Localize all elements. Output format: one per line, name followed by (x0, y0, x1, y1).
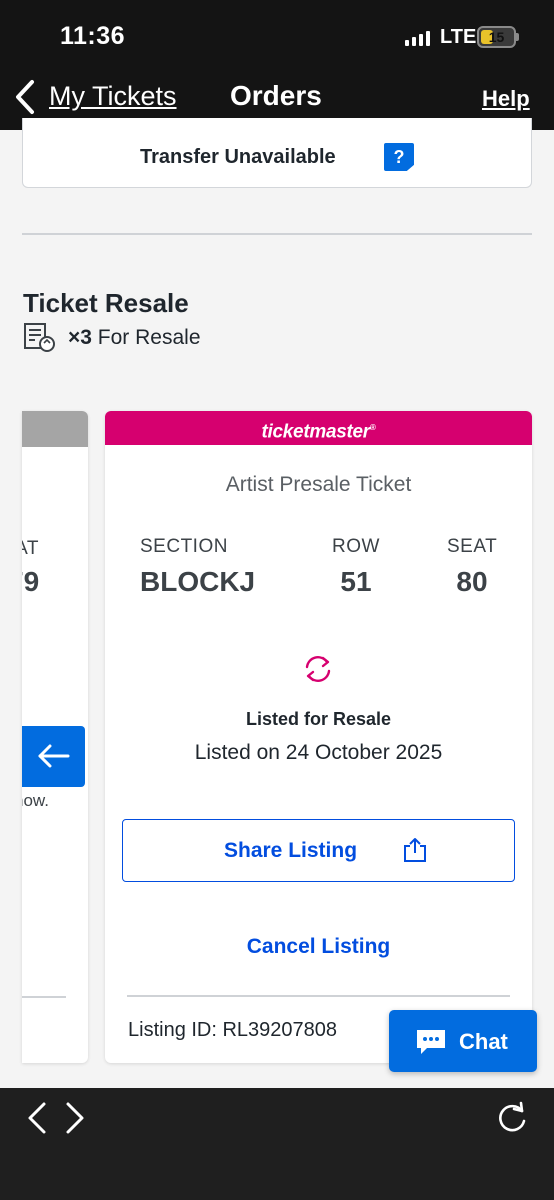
resale-count-suffix: For Resale (97, 326, 201, 349)
transfer-button[interactable]: Transfer Unavailable ? (22, 118, 532, 188)
back-link[interactable]: My Tickets (49, 81, 177, 112)
chat-label: Chat (459, 1029, 508, 1054)
transfer-label: Transfer Unavailable (140, 146, 336, 168)
status-time: 11:36 (60, 22, 126, 50)
resale-count: ×3 For Resale (68, 326, 201, 350)
battery-nub (516, 33, 519, 41)
ticket-brand-header: ticketmaster® (105, 411, 532, 445)
seat-column: SEAT 80 (447, 536, 497, 598)
help-link[interactable]: Help (482, 86, 530, 112)
previous-seat-label: EAT (22, 538, 40, 559)
row-value: 51 (340, 566, 372, 597)
row-column: ROW 51 (331, 536, 381, 598)
cancel-listing-link[interactable]: Cancel Listing (105, 935, 532, 959)
previous-card-header (22, 411, 88, 447)
section-label: SECTION (140, 536, 228, 557)
listing-id: Listing ID: RL39207808 (128, 1019, 338, 1041)
seat-value: 80 (456, 566, 488, 597)
divider (127, 995, 510, 997)
battery-level: 15 (488, 29, 505, 45)
reload-icon[interactable] (494, 1099, 530, 1137)
network-type: LTE (440, 26, 477, 48)
previous-seat-value: 79 (22, 566, 40, 597)
arrow-left-icon (38, 744, 70, 768)
divider (22, 233, 532, 235)
listing-date: Listed on 24 October 2025 (194, 741, 443, 764)
page-title: Orders (230, 80, 322, 111)
signal-icon (405, 30, 430, 46)
chevron-left-icon[interactable] (24, 1101, 50, 1135)
previous-card-note: now. (22, 791, 49, 810)
share-listing-label: Share Listing (224, 839, 358, 862)
chat-icon (417, 1030, 445, 1054)
brand-logo: ticketmaster (261, 421, 371, 443)
previous-card-button[interactable] (22, 726, 85, 787)
divider (22, 996, 66, 998)
brand-registered-mark: ® (369, 423, 376, 432)
share-icon (404, 838, 426, 862)
resale-count-number: ×3 (68, 326, 92, 349)
row-label: ROW (332, 536, 380, 557)
section-title: Ticket Resale (23, 288, 189, 318)
ticket-type: Artist Presale Ticket (225, 473, 412, 496)
section-column: SECTION BLOCKJ (140, 536, 255, 598)
top-bar: 11:36 LTE 15 My Tickets Orders Help (0, 0, 554, 130)
battery-icon: 15 (477, 26, 516, 48)
listing-status: Listed for Resale (245, 709, 392, 729)
sync-icon (305, 656, 331, 682)
back-chevron-icon[interactable] (12, 78, 38, 116)
share-listing-button[interactable]: Share Listing (122, 819, 515, 882)
browser-toolbar (0, 1088, 554, 1200)
seat-label: SEAT (447, 536, 498, 557)
ticket-card: ticketmaster® Artist Presale Ticket SECT… (105, 411, 532, 1063)
previous-ticket-card[interactable]: EAT 79 now. (22, 411, 88, 1063)
chat-button[interactable]: Chat (389, 1010, 537, 1072)
help-icon[interactable]: ? (384, 143, 414, 171)
chevron-right-icon[interactable] (62, 1101, 88, 1135)
resale-ticket-icon (24, 323, 55, 352)
section-value: BLOCKJ (140, 566, 256, 597)
